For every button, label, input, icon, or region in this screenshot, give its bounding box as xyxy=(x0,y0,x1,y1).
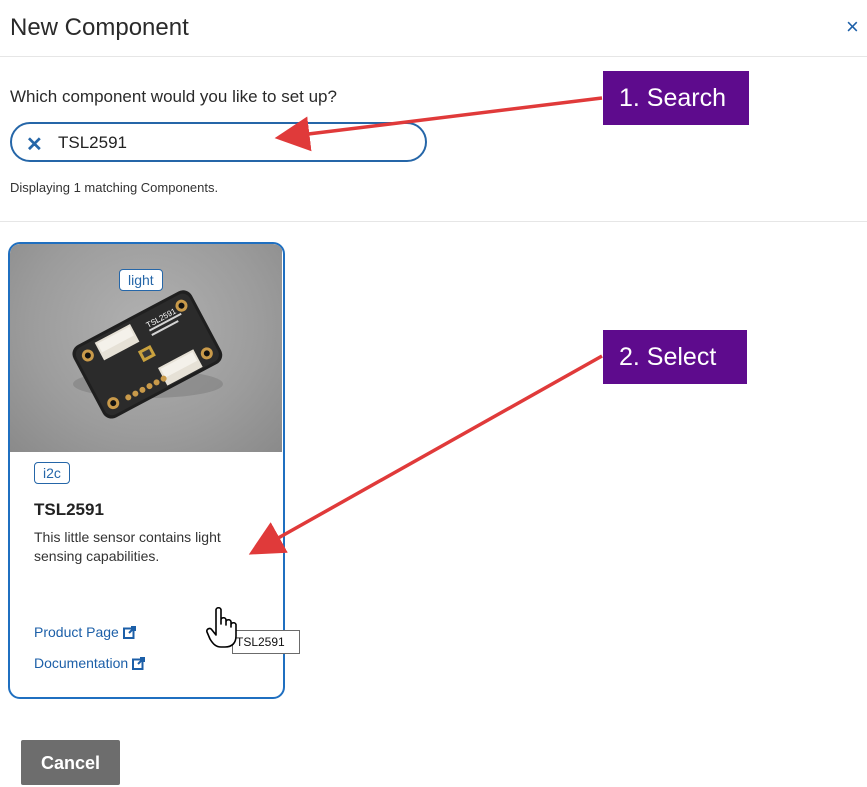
documentation-label: Documentation xyxy=(34,655,129,671)
search-input[interactable] xyxy=(58,131,398,155)
category-tag: light xyxy=(119,269,163,291)
external-link-icon xyxy=(132,657,146,670)
product-page-label: Product Page xyxy=(34,624,119,640)
callout-step-search: 1. Search xyxy=(603,71,749,125)
documentation-link[interactable]: Documentation xyxy=(34,655,146,671)
header-divider xyxy=(0,56,867,57)
callout-step-select: 2. Select xyxy=(603,330,747,384)
external-link-icon xyxy=(122,626,136,639)
cancel-button[interactable]: Cancel xyxy=(21,740,120,785)
hand-cursor-icon xyxy=(206,606,237,648)
clear-search-icon[interactable]: ✕ xyxy=(26,132,43,157)
close-icon[interactable]: × xyxy=(846,14,859,40)
search-field[interactable]: ✕ xyxy=(10,122,427,162)
match-count-text: Displaying 1 matching Components. xyxy=(10,180,219,195)
arrow-to-card xyxy=(248,354,603,555)
tooltip: TSL2591 xyxy=(232,630,300,654)
component-name: TSL2591 xyxy=(34,500,104,519)
product-page-link[interactable]: Product Page xyxy=(34,624,136,640)
dialog-title: New Component xyxy=(10,14,189,41)
component-description: This little sensor contains light sensin… xyxy=(34,529,221,564)
bus-tag: i2c xyxy=(34,462,70,484)
section-divider xyxy=(0,221,867,222)
search-prompt: Which component would you like to set up… xyxy=(10,87,337,106)
